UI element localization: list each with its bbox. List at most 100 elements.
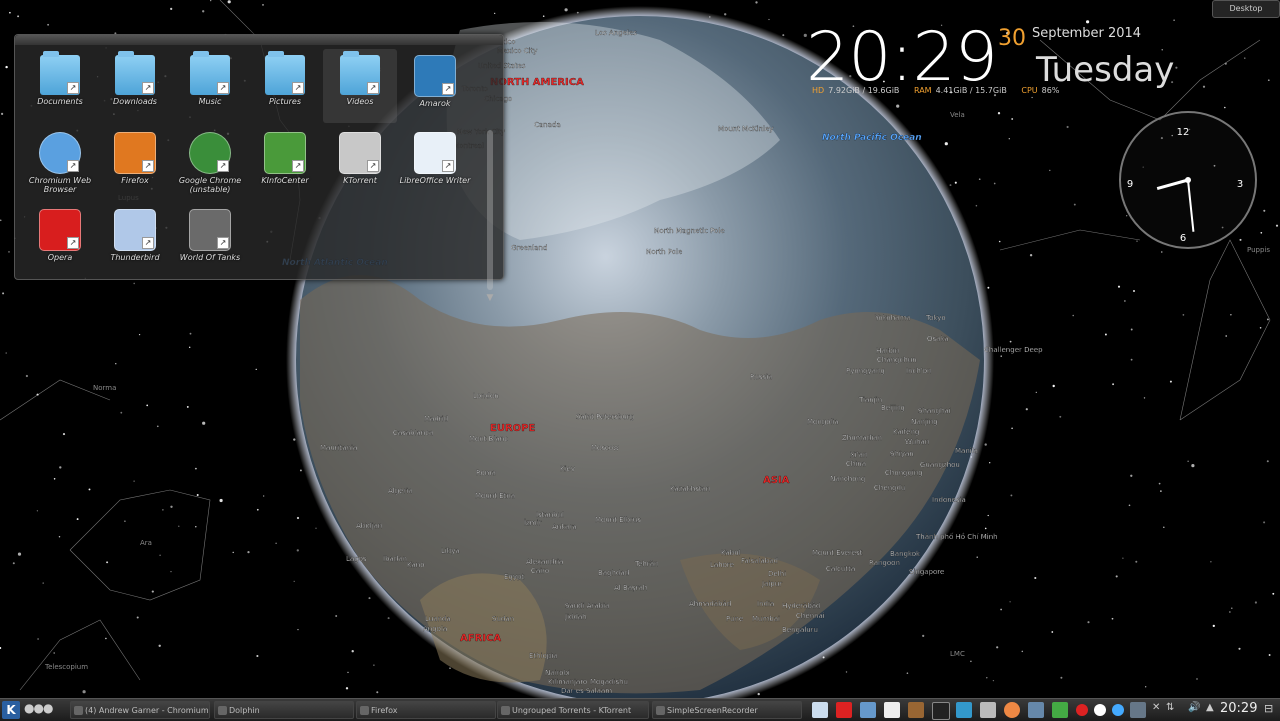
star xyxy=(170,7,173,11)
place-label: Indonesia xyxy=(932,496,966,504)
star xyxy=(2,292,5,295)
app-tray-icon-2[interactable] xyxy=(884,702,900,718)
star xyxy=(564,8,568,12)
star xyxy=(1029,254,1033,257)
network-tray-icon[interactable]: ⇅ xyxy=(1166,702,1174,713)
star xyxy=(1072,314,1074,317)
desktop-item-videos[interactable]: ↗ Videos xyxy=(323,49,397,123)
app-tray-icon-9[interactable] xyxy=(1112,704,1124,716)
desktop-item-world-of-tanks[interactable]: ↗ World Of Tanks xyxy=(173,203,247,277)
desktop-item-amarok[interactable]: ↗ Amarok xyxy=(398,49,472,123)
taskbar-task-1[interactable]: (4) Andrew Garner - Chromium xyxy=(70,701,210,719)
shortcut-arrow-icon: ↗ xyxy=(217,160,229,172)
star xyxy=(1229,611,1231,613)
place-label: Casablanca xyxy=(393,429,433,437)
star xyxy=(1267,79,1270,82)
desktop-item-firefox[interactable]: ↗ Firefox xyxy=(98,126,172,200)
record-tray-icon[interactable] xyxy=(1076,704,1088,716)
place-label: Bangkok xyxy=(890,550,921,558)
star xyxy=(1238,647,1241,650)
star xyxy=(255,368,257,371)
place-label: Changchun xyxy=(877,356,917,364)
desktop-item-libreoffice-writer[interactable]: ↗ LibreOffice Writer xyxy=(398,126,472,200)
shortcut-arrow-icon: ↗ xyxy=(442,83,454,95)
place-label: Singapore xyxy=(909,568,944,576)
desktop-item-label: KTorrent xyxy=(343,176,377,185)
desktop-item-kinfocenter[interactable]: ↗ KInfoCenter xyxy=(248,126,322,200)
folder-view-widget[interactable]: ↗ Documents ↗ Downloads ↗ Music ↗ Pictures ↗ Vide… xyxy=(14,34,504,303)
desktop-item-downloads[interactable]: ↗ Downloads xyxy=(98,49,172,123)
desktop-item-label: World Of Tanks xyxy=(179,253,241,262)
app-tray-icon-8[interactable] xyxy=(1094,704,1106,716)
star xyxy=(1011,427,1013,430)
star xyxy=(1260,231,1263,234)
desktop-item-pictures[interactable]: ↗ Pictures xyxy=(248,49,322,123)
star xyxy=(76,518,79,521)
app-tray-icon-7[interactable] xyxy=(1052,702,1068,718)
place-label: Saudi Arabia xyxy=(565,602,609,610)
app-tray-icon-3[interactable] xyxy=(908,702,924,718)
desktop-item-opera[interactable]: ↗ Opera xyxy=(23,203,97,277)
star xyxy=(1182,314,1185,316)
star xyxy=(978,178,981,181)
desktop-item-music[interactable]: ↗ Music xyxy=(173,49,247,123)
app-tray-icon-1[interactable] xyxy=(860,702,876,718)
clock-numeral-6: 6 xyxy=(1180,233,1186,244)
star xyxy=(987,514,989,517)
dolphin-tray-icon[interactable] xyxy=(812,702,828,718)
taskbar-task-5[interactable]: SimpleScreenRecorder xyxy=(652,701,802,719)
star xyxy=(115,363,117,365)
star xyxy=(1104,333,1107,336)
app-tray-icon-10[interactable] xyxy=(1130,702,1146,718)
place-label: Faisalabad xyxy=(741,557,778,565)
app-tray-icon-6[interactable] xyxy=(1028,702,1044,718)
taskbar-task-3[interactable]: Firefox xyxy=(356,701,496,719)
application-launcher-icon[interactable]: K xyxy=(2,701,20,719)
star xyxy=(768,18,770,21)
star xyxy=(1272,592,1275,595)
desktop-item-documents[interactable]: ↗ Documents xyxy=(23,49,97,123)
taskbar-task-4[interactable]: Ungrouped Torrents - KTorrent xyxy=(497,701,649,719)
star xyxy=(1000,355,1002,357)
folder-icon: ↗ xyxy=(115,51,155,95)
scroll-down-icon[interactable]: ▼ xyxy=(485,293,495,303)
pager-icon[interactable]: ●●● xyxy=(24,701,53,715)
star xyxy=(37,638,40,640)
lock-icon[interactable]: ⊟ xyxy=(1264,702,1273,715)
place-label: Chongqing xyxy=(885,469,923,477)
folder-view-scrollbar[interactable] xyxy=(487,130,493,290)
ktorrent-icon: ↗ xyxy=(339,132,381,174)
taskbar-clock[interactable]: 20:29 xyxy=(1220,701,1257,716)
desktop-toolbox-button[interactable]: Desktop xyxy=(1212,0,1280,18)
star xyxy=(1268,654,1271,656)
app-tray-icon-5[interactable] xyxy=(980,702,996,718)
place-label: Mount Etna xyxy=(475,492,515,500)
taskbar-task-2[interactable]: Dolphin xyxy=(214,701,354,719)
desktop-item-google-chrome-unstable[interactable]: ↗ Google Chrome (unstable) xyxy=(173,126,247,200)
opera-tray-icon[interactable] xyxy=(836,702,852,718)
desktop-item-thunderbird[interactable]: ↗ Thunderbird xyxy=(98,203,172,277)
star xyxy=(1008,138,1010,140)
desktop-item-ktorrent[interactable]: ↗ KTorrent xyxy=(323,126,397,200)
chrome-tray-icon[interactable] xyxy=(1004,702,1020,718)
star xyxy=(449,667,451,669)
place-label: Manila xyxy=(955,447,978,455)
shortcut-arrow-icon: ↗ xyxy=(367,160,379,172)
place-label: Ibadan xyxy=(383,555,407,563)
desktop-item-chromium-web-browser[interactable]: ↗ Chromium Web Browser xyxy=(23,126,97,200)
star xyxy=(256,654,259,658)
folder-view-header[interactable] xyxy=(15,35,503,45)
close-tray-icon[interactable]: ✕ xyxy=(1152,702,1160,713)
place-label: Calcutta xyxy=(826,565,855,573)
app-tray-icon-4[interactable] xyxy=(956,702,972,718)
taskbar: K ●●● (4) Andrew Garner - Chromium Dolphi… xyxy=(0,698,1280,721)
place-label: Greenland xyxy=(511,244,547,252)
terminal-tray-icon[interactable] xyxy=(932,702,950,720)
ram-label: RAM xyxy=(913,86,932,95)
star xyxy=(296,549,299,552)
expand-tray-icon[interactable]: ▲ xyxy=(1206,702,1214,713)
volume-tray-icon[interactable]: 🔊 xyxy=(1188,702,1200,713)
place-label: India xyxy=(757,600,774,608)
star xyxy=(1031,96,1033,99)
star xyxy=(105,637,107,640)
